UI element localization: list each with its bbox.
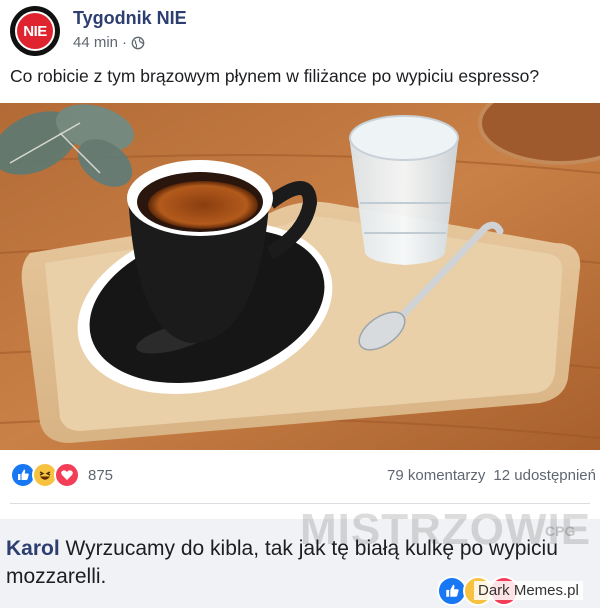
- avatar-logo-text: NIE: [23, 22, 47, 40]
- comment-bubble: MISTRZOWIE CPG Karol Wyrzucamy do kibla,…: [0, 505, 600, 608]
- globe-icon: [131, 36, 145, 49]
- site-watermark: Dark Memes.pl: [474, 581, 583, 600]
- post-meta: 44 min ·: [73, 34, 145, 51]
- divider: [10, 503, 590, 504]
- post-text: Co robicie z tym brązowym płynem w filiż…: [10, 66, 540, 86]
- meta-separator: ·: [122, 34, 128, 51]
- engagement-counts: 79 komentarzy 12 udostępnień: [387, 467, 596, 484]
- page-avatar[interactable]: NIE: [10, 6, 60, 56]
- shares-count-link[interactable]: 12 udostępnień: [493, 467, 596, 484]
- espresso-photo[interactable]: [0, 103, 600, 450]
- comments-count-link[interactable]: 79 komentarzy: [387, 467, 485, 484]
- comment-author-link[interactable]: Karol: [6, 537, 60, 560]
- avatar-badge: NIE: [15, 11, 55, 51]
- post-header: NIE Tygodnik NIE 44 min ·: [10, 4, 590, 56]
- post-timestamp[interactable]: 44 min: [73, 34, 118, 51]
- post-stats: 875 79 komentarzy 12 udostępnień: [0, 456, 600, 496]
- love-icon: [54, 462, 80, 488]
- page-name-link[interactable]: Tygodnik NIE: [73, 8, 187, 29]
- reaction-count: 875: [88, 466, 114, 484]
- reactions-summary[interactable]: 875: [10, 462, 113, 488]
